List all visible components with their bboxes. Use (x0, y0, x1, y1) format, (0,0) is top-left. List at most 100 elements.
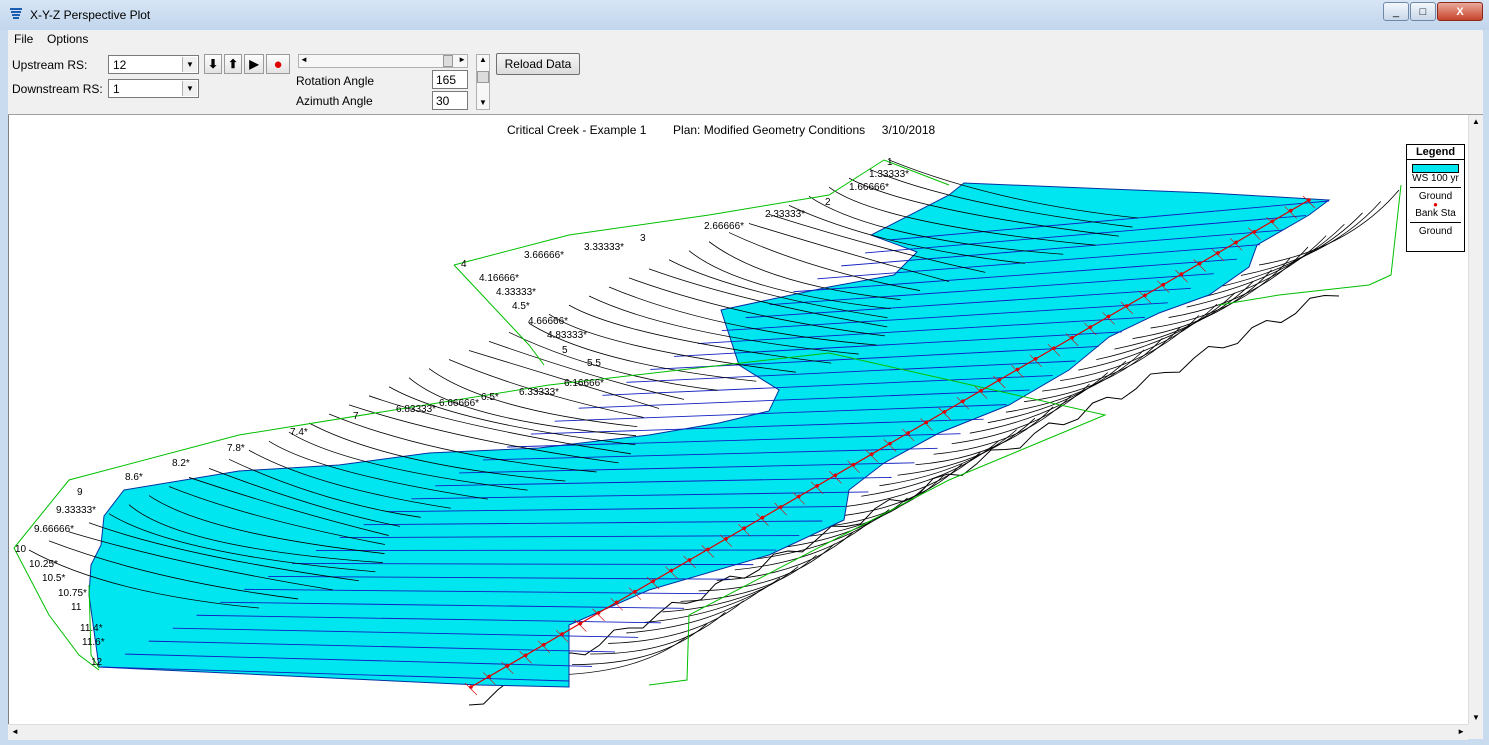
horizontal-scrollbar[interactable]: ◄ ► (8, 724, 1468, 740)
menu-options[interactable]: Options (47, 32, 88, 46)
play-icon: ▶ (249, 57, 259, 71)
river-station-label: 7 (353, 411, 359, 422)
scrollbar-thumb[interactable] (477, 71, 489, 83)
river-station-label: 2.33333* (765, 209, 805, 220)
maximize-button[interactable]: □ (1410, 2, 1436, 21)
bank-station-point (906, 431, 911, 435)
toolbar: Upstream RS: 12 ▼ Downstream RS: 1 ▼ ⬇ ⬆… (8, 48, 1483, 114)
bank-station-point (1088, 325, 1093, 329)
bank-station-point (505, 664, 510, 668)
river-station-label: 11.6* (82, 637, 105, 648)
river-station-label: 11.4* (80, 623, 103, 634)
scroll-down-icon: ▼ (1472, 713, 1480, 722)
river-station-label: 4.83333* (547, 330, 587, 341)
menu-file[interactable]: File (14, 32, 33, 46)
move-up-button[interactable]: ⬆ (224, 54, 242, 74)
river-station-label: 10 (15, 544, 27, 555)
bank-station-point (1161, 282, 1166, 287)
azimuth-angle-input[interactable]: 30 (432, 91, 468, 110)
river-station-label: 9.66666* (34, 524, 74, 535)
play-button[interactable]: ▶ (244, 54, 264, 74)
azimuth-scrollbar[interactable]: ▲ ▼ (476, 54, 490, 110)
bank-station-point (1052, 346, 1056, 351)
river-station-label: 10.5* (42, 573, 65, 584)
legend-water-swatch (1412, 164, 1459, 173)
river-station-label: 5 (562, 345, 568, 356)
scroll-up-icon: ▲ (479, 55, 487, 64)
river-station-label: 2.66666* (704, 221, 744, 232)
bank-station-point (724, 536, 728, 541)
bank-station-point (487, 674, 492, 679)
rotation-slider[interactable]: ◄ ► (298, 54, 468, 68)
minimize-button[interactable]: _ (1383, 2, 1409, 21)
river-station-label: 5.5 (587, 358, 601, 369)
bank-station-point (1216, 251, 1220, 255)
downstream-rs-select[interactable]: 1 ▼ (108, 79, 199, 98)
bank-station-point (778, 505, 783, 509)
maximize-icon: □ (1419, 5, 1427, 18)
scroll-down-icon: ▼ (479, 98, 487, 107)
bank-station-point (651, 579, 655, 583)
vertical-scrollbar[interactable]: ▲ ▼ (1468, 115, 1483, 724)
bank-station-point (560, 632, 564, 636)
bank-station-point (942, 409, 947, 414)
chevron-down-icon: ▼ (182, 57, 197, 72)
bank-station-point (1125, 304, 1129, 308)
scroll-right-icon: ► (1457, 727, 1465, 736)
ground-contour-lower (626, 589, 763, 634)
river-station-label: 3.66666* (524, 250, 564, 261)
move-down-button[interactable]: ⬇ (204, 54, 222, 74)
bank-station-point (979, 388, 983, 393)
legend-title: Legend (1407, 145, 1464, 160)
menu-bar: File Options (8, 30, 1483, 48)
river-station-label: 1.66666* (849, 182, 889, 193)
legend-ground-line-2 (1410, 222, 1461, 223)
river-station-label: 4.5* (512, 301, 530, 312)
close-button[interactable]: X (1437, 2, 1483, 21)
app-icon (10, 8, 22, 19)
bank-station-point (706, 547, 710, 552)
river-station-label: 10.75* (58, 588, 87, 599)
rotation-angle-label: Rotation Angle (296, 74, 375, 88)
bank-station-point (1179, 272, 1184, 276)
record-button[interactable]: ● (266, 54, 290, 74)
bank-station-point (869, 452, 874, 456)
perspective-plot[interactable]: 1 1.33333* 1.66666* 2 2.33333* 2.66666* 3 3.333… (8, 115, 1468, 724)
river-station-label: 8.2* (172, 458, 190, 469)
bank-station-point (596, 611, 601, 615)
bank-station-point (633, 589, 637, 594)
river-station-label: 9 (77, 487, 83, 498)
bank-station-point (851, 462, 856, 467)
bank-station-point (888, 441, 892, 446)
bank-station-point (669, 568, 674, 573)
upstream-rs-select[interactable]: 12 ▼ (108, 55, 199, 74)
bank-station-point (1288, 208, 1293, 213)
legend-item-ws: WS 100 yr (1412, 173, 1459, 184)
upstream-rs-value: 12 (113, 58, 127, 72)
river-station-label: 12 (91, 657, 103, 668)
river-station-label: 4 (461, 259, 467, 270)
legend-item-bank-sta: Bank Sta (1415, 208, 1456, 219)
plot-frame: 1 1.33333* 1.66666* 2 2.33333* 2.66666* 3 3.333… (8, 114, 1483, 740)
ground-contour-upper (388, 386, 636, 446)
bank-station-point (1070, 335, 1074, 340)
river-station-label: 6.33333* (519, 387, 559, 398)
bank-station-point (1234, 240, 1238, 245)
bank-station-point (961, 399, 965, 403)
bank-station-point (760, 515, 765, 520)
rotation-angle-input[interactable]: 165 (432, 70, 468, 89)
legend: Legend WS 100 yr Ground ● Bank Sta Groun… (1406, 144, 1465, 252)
azimuth-angle-label: Azimuth Angle (296, 94, 373, 108)
scroll-left-icon: ◄ (11, 727, 19, 736)
window-title: X-Y-Z Perspective Plot (30, 8, 151, 22)
record-icon: ● (273, 55, 283, 73)
river-station-label: 1.33333* (869, 169, 909, 180)
chevron-down-icon: ▼ (182, 81, 197, 96)
bank-station-point (1015, 367, 1020, 372)
perspective-scene: 11.33333* 1.66666* 2 2.33333* 2.66666* 3 3.333… (13, 157, 1402, 706)
bank-station-point (924, 420, 929, 425)
river-station-label: 3.33333* (584, 242, 624, 253)
reload-data-button[interactable]: Reload Data (496, 53, 580, 75)
slider-thumb[interactable] (443, 55, 453, 67)
bank-station-point (687, 558, 692, 562)
